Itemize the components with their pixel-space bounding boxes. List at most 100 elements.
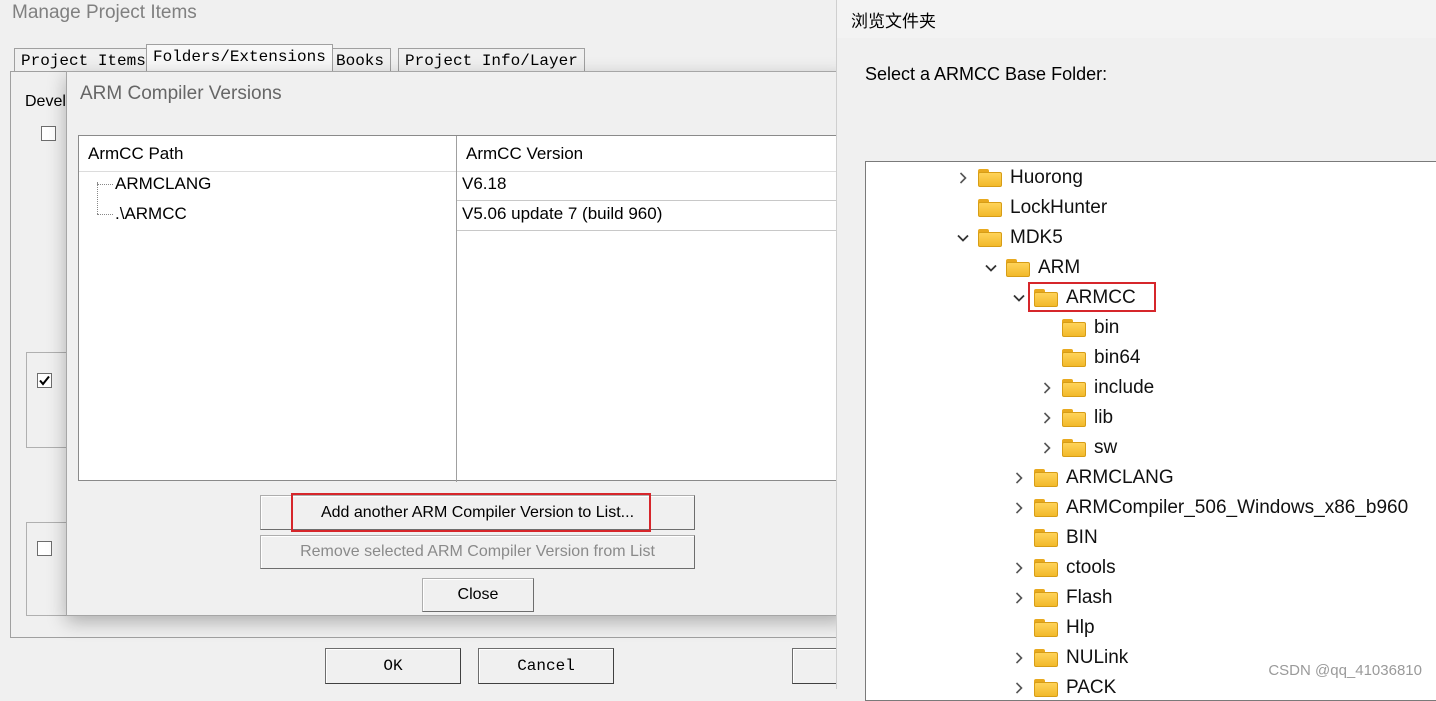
row-divider <box>457 230 849 231</box>
check-icon <box>39 375 50 386</box>
folder-icon <box>1062 319 1086 337</box>
chevron-right-icon[interactable] <box>954 169 972 187</box>
ok-button[interactable]: OK <box>325 648 461 684</box>
dialog-title: ARM Compiler Versions <box>80 83 282 104</box>
row-path-armcc[interactable]: .\ARMCC <box>115 204 187 224</box>
folder-tree[interactable]: Huorong LockHunter MDK5 ARM ARMCC bin bin64 inc… <box>865 161 1436 701</box>
tree-node[interactable]: Flash <box>1010 583 1112 613</box>
row-path-armclang[interactable]: ARMCLANG <box>115 174 211 194</box>
tree-node-label: lib <box>1094 407 1114 428</box>
tree-node-label: MDK5 <box>1010 227 1063 248</box>
folder-icon <box>1034 469 1058 487</box>
window-title: Manage Project Items <box>12 2 197 23</box>
chevron-right-icon[interactable] <box>1010 469 1028 487</box>
folder-prompt: Select a ARMCC Base Folder: <box>865 64 1108 84</box>
chevron-right-icon[interactable] <box>1010 589 1028 607</box>
remove-compiler-version-button[interactable]: Remove selected ARM Compiler Version fro… <box>260 535 695 569</box>
tree-node-label: Huorong <box>1010 167 1083 188</box>
tree-node-label: Hlp <box>1066 617 1095 638</box>
column-header-version[interactable]: ArmCC Version <box>457 136 849 172</box>
chevron-right-icon[interactable] <box>1010 499 1028 517</box>
tree-node-label: NULink <box>1066 647 1129 668</box>
tree-node[interactable]: ARMCC <box>1010 283 1136 313</box>
column-divider <box>456 136 457 482</box>
chevron-right-icon[interactable] <box>1038 409 1056 427</box>
checkbox-checked[interactable] <box>37 373 52 388</box>
tree-node[interactable]: bin <box>1038 313 1119 343</box>
row-divider <box>457 200 849 201</box>
tree-node-label: ARMCLANG <box>1066 467 1174 488</box>
tree-node[interactable]: Hlp <box>1010 613 1095 643</box>
tree-node[interactable]: LockHunter <box>954 193 1107 223</box>
tree-node[interactable]: BIN <box>1010 523 1098 553</box>
row-version-armclang[interactable]: V6.18 <box>462 174 506 194</box>
add-compiler-version-button[interactable]: Add another ARM Compiler Version to List… <box>260 495 695 530</box>
folder-icon <box>1006 259 1030 277</box>
arm-compiler-versions-dialog: ARM Compiler Versions ArmCC Path ArmCC V… <box>66 71 849 616</box>
folder-icon <box>978 169 1002 187</box>
tree-node[interactable]: MDK5 <box>954 223 1063 253</box>
chevron-down-icon[interactable] <box>954 229 972 247</box>
tab-project-items[interactable]: Project Items <box>14 48 153 72</box>
tab-books[interactable]: Books <box>329 48 392 72</box>
folder-icon <box>1062 409 1086 427</box>
tree-node[interactable]: ctools <box>1010 553 1116 583</box>
folder-icon <box>1034 499 1058 517</box>
column-header-path[interactable]: ArmCC Path <box>79 136 456 172</box>
tab-folders-extensions[interactable]: Folders/Extensions <box>146 44 333 72</box>
compiler-list[interactable]: ArmCC Path ArmCC Version ARMCLANG .\ARMC… <box>78 135 849 482</box>
folder-icon <box>1034 559 1058 577</box>
checkbox-3[interactable] <box>37 541 52 556</box>
tree-node[interactable]: lib <box>1038 403 1113 433</box>
tree-connector <box>97 214 113 215</box>
tree-node[interactable]: include <box>1038 373 1154 403</box>
tree-node-label: bin64 <box>1094 347 1141 368</box>
tree-node-label: ctools <box>1066 557 1116 578</box>
tree-node[interactable]: bin64 <box>1038 343 1141 373</box>
folder-icon <box>1034 619 1058 637</box>
chevron-down-icon[interactable] <box>1010 289 1028 307</box>
chevron-down-icon[interactable] <box>982 259 1000 277</box>
folder-icon <box>1062 349 1086 367</box>
chevron-right-icon[interactable] <box>1010 649 1028 667</box>
watermark: CSDN @qq_41036810 <box>1268 662 1422 679</box>
tree-node-label: sw <box>1094 437 1118 458</box>
folder-icon <box>1062 439 1086 457</box>
tree-node-label: ARMCC <box>1066 287 1136 308</box>
tree-node[interactable]: sw <box>1038 433 1117 463</box>
tree-node-label: LockHunter <box>1010 197 1108 218</box>
folder-icon <box>1034 529 1058 547</box>
close-button[interactable]: Close <box>422 578 534 612</box>
tree-node-label: PACK <box>1066 677 1117 698</box>
folder-icon <box>1062 379 1086 397</box>
row-version-armcc[interactable]: V5.06 update 7 (build 960) <box>462 204 662 224</box>
tree-node-label: include <box>1094 377 1155 398</box>
folder-icon <box>978 229 1002 247</box>
chevron-right-icon[interactable] <box>1010 679 1028 697</box>
dialog-title: 浏览文件夹 <box>851 12 936 31</box>
tree-node[interactable]: ARMCompiler_506_Windows_x86_b960 <box>1010 493 1408 523</box>
title-bar: 浏览文件夹 <box>837 0 1436 38</box>
cancel-button[interactable]: Cancel <box>478 648 614 684</box>
tree-connector <box>97 182 98 214</box>
tree-node[interactable]: ARMCLANG <box>1010 463 1174 493</box>
tree-node[interactable]: ARM <box>982 253 1080 283</box>
tree-node-label: Flash <box>1066 587 1113 608</box>
tree-connector <box>97 184 113 185</box>
checkbox-1[interactable] <box>41 126 56 141</box>
folder-icon <box>1034 679 1058 697</box>
tree-node-label: ARM <box>1038 257 1081 278</box>
browse-folder-dialog: 浏览文件夹 Select a ARMCC Base Folder: Huoron… <box>836 0 1436 701</box>
tree-node-label: BIN <box>1066 527 1098 548</box>
chevron-right-icon[interactable] <box>1038 439 1056 457</box>
tree-node-label: bin <box>1094 317 1120 338</box>
devel-label: Devel <box>25 93 66 110</box>
tree-node[interactable]: NULink <box>1010 643 1128 673</box>
tree-node[interactable]: PACK <box>1010 673 1117 700</box>
tree-node-label: ARMCompiler_506_Windows_x86_b960 <box>1066 497 1409 518</box>
chevron-right-icon[interactable] <box>1038 379 1056 397</box>
tab-project-info-layer[interactable]: Project Info/Layer <box>398 48 585 72</box>
tree-node[interactable]: Huorong <box>954 163 1083 193</box>
folder-icon <box>978 199 1002 217</box>
chevron-right-icon[interactable] <box>1010 559 1028 577</box>
